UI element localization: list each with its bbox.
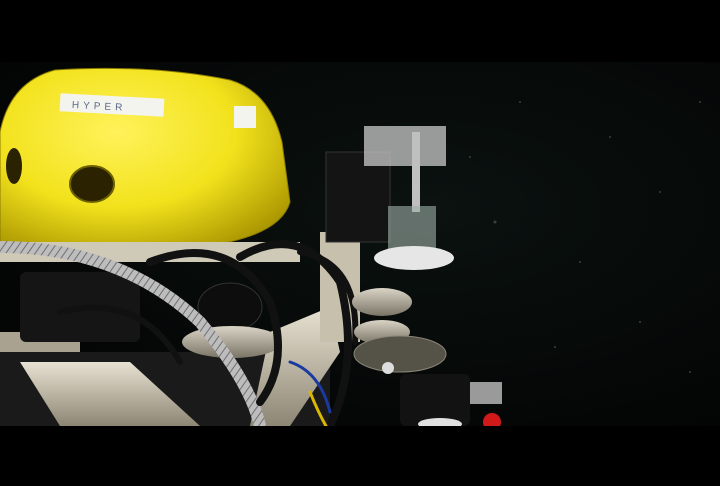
motor-flange <box>182 326 282 358</box>
sampling-device <box>352 126 454 374</box>
sampler-base-disk <box>353 335 447 373</box>
hull-side-port <box>6 148 22 184</box>
water-particles <box>469 101 701 373</box>
underwater-frame: HYPER <box>0 62 720 426</box>
valve-block <box>470 382 502 404</box>
sampler-disk-upper <box>352 288 412 316</box>
letterbox-top <box>0 0 720 62</box>
red-cap <box>483 413 501 426</box>
letterbox-bottom <box>0 426 720 486</box>
cylinder-base-ring <box>374 246 454 270</box>
rov-scene: HYPER <box>0 67 701 426</box>
clear-clamp <box>364 126 446 166</box>
yellow-hull: HYPER <box>0 67 291 251</box>
hull-logo-plate <box>234 106 256 128</box>
lower-right-parts <box>400 374 502 426</box>
hull-porthole <box>69 165 115 203</box>
